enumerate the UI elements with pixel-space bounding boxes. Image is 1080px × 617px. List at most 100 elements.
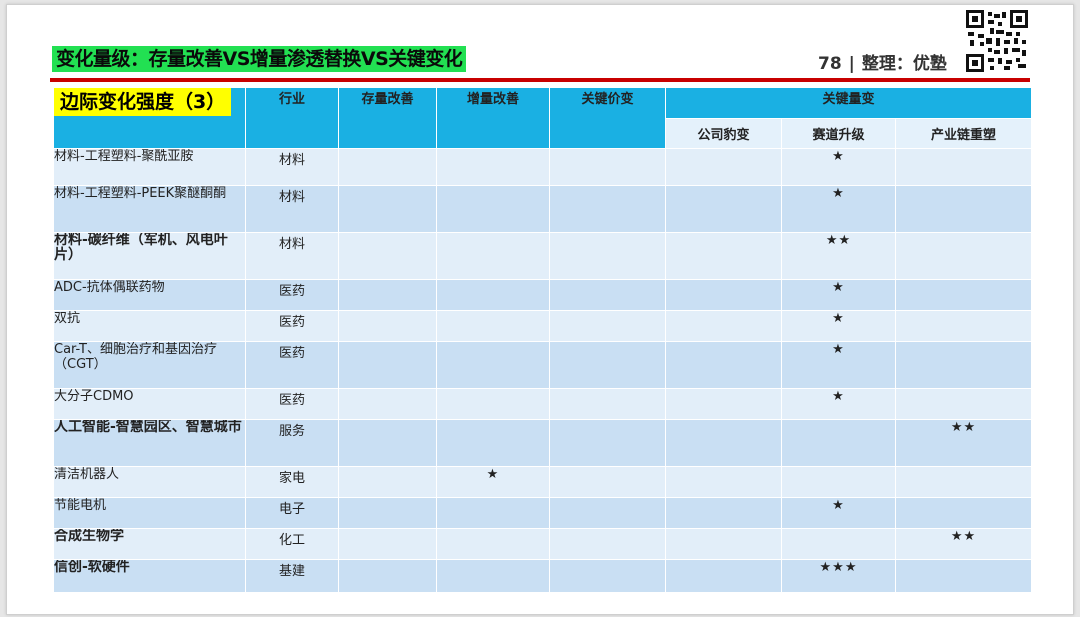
subheader-track-upgrade: 赛道升级 xyxy=(781,118,896,149)
cell-stock xyxy=(338,279,437,311)
cell-track: ★ xyxy=(781,185,896,233)
row-industry: 服务 xyxy=(245,419,339,467)
cell-price xyxy=(549,341,666,389)
cell-company xyxy=(665,148,782,186)
row-name: 节能电机 xyxy=(53,497,246,529)
cell-track: ★ xyxy=(781,279,896,311)
slide-title: 变化量级：存量改善VS增量渗透替换VS关键变化 xyxy=(52,46,467,72)
cell-stock xyxy=(338,528,437,560)
cell-chain xyxy=(895,232,1032,280)
cell-price xyxy=(549,497,666,529)
cell-increment: ★ xyxy=(436,466,550,498)
table-row: 大分子CDMO 医药 ★ xyxy=(53,388,1032,420)
qr-code-icon xyxy=(966,10,1028,72)
page-separator: | xyxy=(848,54,855,74)
cell-increment xyxy=(436,419,550,467)
cell-stock xyxy=(338,185,437,233)
cell-chain: ★★ xyxy=(895,528,1032,560)
cell-price xyxy=(549,559,666,593)
row-industry: 材料 xyxy=(245,148,339,186)
row-name: 信创-软硬件 xyxy=(53,559,246,593)
row-industry: 材料 xyxy=(245,232,339,280)
table-row: 双抗 医药 ★ xyxy=(53,310,1032,342)
cell-track: ★★★ xyxy=(781,559,896,593)
cell-increment xyxy=(436,497,550,529)
cell-chain xyxy=(895,497,1032,529)
cell-increment xyxy=(436,148,550,186)
row-name: 材料-工程塑料-PEEK聚醚酮酮 xyxy=(53,185,246,233)
cell-track xyxy=(781,466,896,498)
row-industry: 医药 xyxy=(245,279,339,311)
cell-increment xyxy=(436,310,550,342)
row-name: 材料-工程塑料-聚酰亚胺 xyxy=(53,148,246,186)
page-number: 78 xyxy=(818,54,842,74)
cell-stock xyxy=(338,388,437,420)
table-title-cell: 边际变化强度（3） xyxy=(53,87,246,149)
row-name: 材料-碳纤维（军机、风电叶片） xyxy=(53,232,246,280)
cell-increment xyxy=(436,528,550,560)
cell-company xyxy=(665,341,782,389)
cell-chain: ★★ xyxy=(895,419,1032,467)
cell-price xyxy=(549,279,666,311)
cell-chain xyxy=(895,341,1032,389)
table-row: ADC-抗体偶联药物 医药 ★ xyxy=(53,279,1032,311)
cell-chain xyxy=(895,466,1032,498)
table-row: 节能电机 电子 ★ xyxy=(53,497,1032,529)
row-industry: 材料 xyxy=(245,185,339,233)
cell-track: ★ xyxy=(781,497,896,529)
cell-chain xyxy=(895,310,1032,342)
header-row: 边际变化强度（3） 行业 存量改善 增量改善 关键价变 关键量变 xyxy=(53,87,1032,149)
cell-stock xyxy=(338,466,437,498)
cell-company xyxy=(665,559,782,593)
title-underline xyxy=(50,78,1030,82)
cell-price xyxy=(549,310,666,342)
row-industry: 医药 xyxy=(245,310,339,342)
table-row: 信创-软硬件 基建 ★★★ xyxy=(53,559,1032,593)
cell-chain xyxy=(895,279,1032,311)
table-row: 材料-工程塑料-PEEK聚醚酮酮 材料 ★ xyxy=(53,185,1032,233)
row-name: 双抗 xyxy=(53,310,246,342)
cell-track: ★ xyxy=(781,148,896,186)
cell-price xyxy=(549,419,666,467)
row-name: ADC-抗体偶联药物 xyxy=(53,279,246,311)
cell-company xyxy=(665,279,782,311)
header-industry: 行业 xyxy=(245,87,339,149)
cell-track: ★ xyxy=(781,388,896,420)
table-row: 清洁机器人 家电 ★ xyxy=(53,466,1032,498)
cell-stock xyxy=(338,497,437,529)
header-key-quantity-change: 关键量变 xyxy=(665,87,1032,119)
cell-chain xyxy=(895,559,1032,593)
page-info: 78 | 整理：优塾 xyxy=(818,52,947,76)
change-intensity-table: 边际变化强度（3） 行业 存量改善 增量改善 关键价变 关键量变 公司豹变 赛道… xyxy=(53,87,1032,593)
cell-company xyxy=(665,528,782,560)
cell-price xyxy=(549,528,666,560)
cell-chain xyxy=(895,148,1032,186)
cell-track: ★★ xyxy=(781,232,896,280)
cell-stock xyxy=(338,232,437,280)
cell-company xyxy=(665,310,782,342)
cell-chain xyxy=(895,388,1032,420)
table-title: 边际变化强度（3） xyxy=(54,88,232,116)
table-row: 材料-碳纤维（军机、风电叶片） 材料 ★★ xyxy=(53,232,1032,280)
header-incremental-improvement: 增量改善 xyxy=(436,87,550,149)
cell-increment xyxy=(436,232,550,280)
subheader-chain-reshaping: 产业链重塑 xyxy=(895,118,1032,149)
cell-company xyxy=(665,466,782,498)
row-name: 大分子CDMO xyxy=(53,388,246,420)
row-industry: 基建 xyxy=(245,559,339,593)
header-key-price-change: 关键价变 xyxy=(549,87,666,149)
row-industry: 家电 xyxy=(245,466,339,498)
table-row: 材料-工程塑料-聚酰亚胺 材料 ★ xyxy=(53,148,1032,186)
cell-stock xyxy=(338,419,437,467)
cell-company xyxy=(665,419,782,467)
row-name: 合成生物学 xyxy=(53,528,246,560)
row-industry: 电子 xyxy=(245,497,339,529)
row-name: 人工智能-智慧园区、智慧城市 xyxy=(53,419,246,467)
source-credit: 整理：优塾 xyxy=(861,54,947,74)
cell-track xyxy=(781,528,896,560)
cell-increment xyxy=(436,279,550,311)
row-industry: 化工 xyxy=(245,528,339,560)
row-name: 清洁机器人 xyxy=(53,466,246,498)
cell-track: ★ xyxy=(781,341,896,389)
cell-increment xyxy=(436,341,550,389)
